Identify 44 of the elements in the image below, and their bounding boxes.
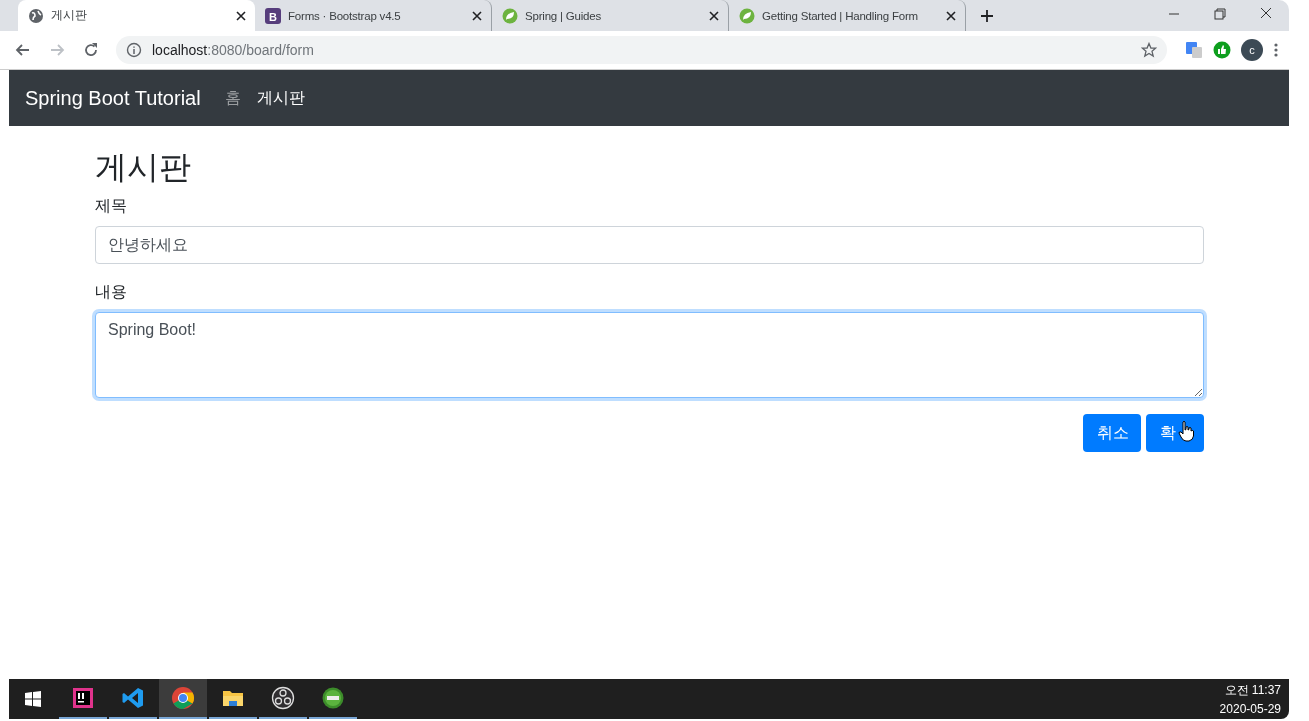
url-path: :8080/board/form — [207, 42, 314, 58]
address-field[interactable]: localhost:8080/board/form — [116, 36, 1167, 64]
star-icon[interactable] — [1141, 42, 1157, 58]
info-icon[interactable] — [126, 42, 142, 58]
thumbs-up-icon[interactable] — [1213, 41, 1231, 59]
obs-icon[interactable] — [271, 686, 295, 710]
brand[interactable]: Spring Boot Tutorial — [25, 86, 201, 110]
tab-title: Forms · Bootstrap v4.5 — [288, 9, 402, 22]
field-label: 내용 — [95, 282, 127, 302]
close-icon[interactable] — [471, 9, 483, 22]
nav-link[interactable]: 게시판 — [256, 87, 305, 109]
leaf-icon — [502, 7, 518, 24]
page-heading: 게시판 — [95, 148, 192, 187]
nav-link[interactable]: 홈 — [224, 87, 241, 109]
menu-icon[interactable] — [1273, 42, 1279, 58]
tab-title: Getting Started | Handling Form — [762, 9, 919, 22]
hand-cursor-icon — [1178, 420, 1194, 442]
bootstrap-icon: B — [265, 7, 281, 24]
vscode-icon[interactable] — [121, 686, 145, 710]
taskbar-button[interactable] — [159, 679, 207, 719]
confirm-button[interactable]: 확 — [1146, 414, 1204, 452]
cancel-button[interactable]: 취소 — [1083, 414, 1141, 452]
browser-tab[interactable]: 게시판 — [18, 0, 255, 31]
app-logo-icon[interactable] — [321, 686, 345, 710]
chrome-icon[interactable] — [171, 686, 195, 710]
new-tab-icon[interactable] — [980, 9, 994, 23]
windows-start-icon[interactable] — [25, 691, 41, 707]
clock-date: 2020-05-29 — [1219, 702, 1281, 716]
reload-icon[interactable] — [82, 41, 100, 59]
close-icon[interactable] — [708, 9, 720, 22]
clock-time: 오전 11:37 — [1224, 682, 1281, 699]
globe-icon — [28, 7, 44, 24]
url-host: localhost — [152, 42, 208, 58]
tab-title: 게시판 — [51, 8, 88, 23]
intellij-icon[interactable] — [71, 686, 95, 710]
profile-avatar[interactable]: c — [1241, 39, 1263, 61]
translate-icon[interactable] — [1185, 41, 1203, 59]
leaf-icon — [739, 7, 755, 24]
close-icon[interactable] — [235, 9, 247, 22]
content-field[interactable]: Spring Boot! — [95, 312, 1204, 398]
close-icon[interactable] — [945, 9, 957, 22]
tab-title: Spring | Guides — [525, 9, 603, 22]
title-field[interactable]: 안녕하세요 — [95, 226, 1204, 264]
field-label: 제목 — [95, 196, 127, 216]
